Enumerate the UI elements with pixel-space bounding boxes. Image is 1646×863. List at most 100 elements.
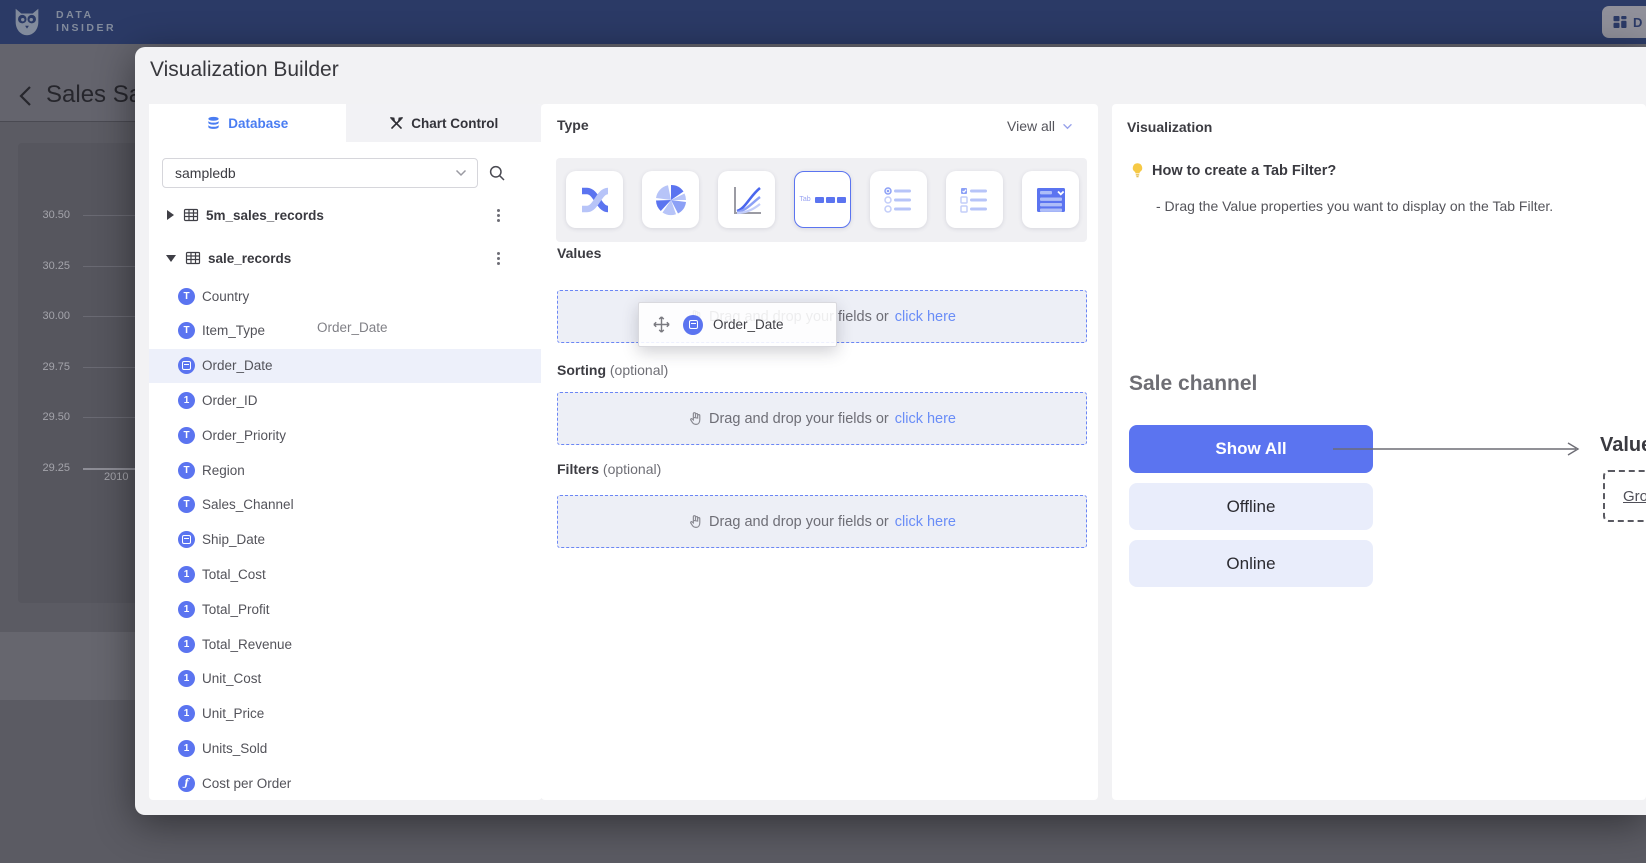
field-row-cost-per-order[interactable]: ƒ Cost per Order bbox=[149, 766, 542, 800]
chart-type-radio-list[interactable] bbox=[870, 171, 927, 228]
background-tab-band: Tab Year Qu bbox=[0, 632, 135, 700]
field-row-sales-channel[interactable]: T Sales_Channel bbox=[149, 488, 542, 522]
sorting-click-here-link[interactable]: click here bbox=[895, 411, 956, 427]
field-label: Unit_Cost bbox=[202, 671, 261, 686]
field-row-unit-price[interactable]: 1 Unit_Price bbox=[149, 697, 542, 731]
database-panel: Database Chart Control sampledb bbox=[149, 104, 542, 800]
field-row-total-profit[interactable]: 1 Total_Profit bbox=[149, 592, 542, 626]
chart-type-pie[interactable] bbox=[642, 171, 699, 228]
table-menu-kebab-icon[interactable] bbox=[489, 206, 507, 224]
field-row-ship-date[interactable]: Ship_Date bbox=[149, 523, 542, 557]
dashboard-button[interactable]: D bbox=[1602, 6, 1646, 38]
field-label: Order_Date bbox=[202, 358, 273, 373]
field-row-country[interactable]: T Country bbox=[149, 279, 542, 313]
field-label: Unit_Price bbox=[202, 706, 264, 721]
drag-source-ghost-label: Order_Date bbox=[317, 320, 388, 335]
table-row-5m-sales-records[interactable]: 5m_sales_records bbox=[149, 198, 542, 232]
chart-type-line[interactable] bbox=[718, 171, 775, 228]
chart-y-tick-label: 29.75 bbox=[18, 361, 70, 373]
values-click-here-link[interactable]: click here bbox=[895, 309, 956, 325]
chart-config-panel: Type View all bbox=[541, 104, 1098, 800]
visualization-builder-modal: Visualization Builder Database bbox=[135, 47, 1646, 815]
chevron-down-icon bbox=[455, 169, 467, 177]
date-field-icon bbox=[178, 357, 195, 374]
field-row-total-revenue[interactable]: 1 Total_Revenue bbox=[149, 627, 542, 661]
field-label: Order_Priority bbox=[202, 428, 286, 443]
sorting-section-label: Sorting (optional) bbox=[557, 362, 668, 378]
back-chevron-icon bbox=[16, 84, 34, 108]
table-row-sale-records[interactable]: sale_records bbox=[149, 241, 542, 275]
chevron-down-icon bbox=[1062, 123, 1073, 130]
number-field-icon: 1 bbox=[178, 636, 195, 653]
field-row-order-id[interactable]: 1 Order_ID bbox=[149, 383, 542, 417]
values-label-text: Values bbox=[557, 245, 601, 261]
date-field-icon bbox=[178, 531, 195, 548]
database-icon bbox=[206, 116, 221, 131]
filters-dropzone[interactable]: Drag and drop your fields or click here bbox=[557, 495, 1087, 548]
database-select[interactable]: sampledb bbox=[162, 158, 478, 188]
tab-database[interactable]: Database bbox=[149, 104, 346, 142]
table-menu-kebab-icon[interactable] bbox=[489, 249, 507, 267]
filters-click-here-link[interactable]: click here bbox=[895, 514, 956, 530]
annotation-group-link[interactable]: Group bbox=[1623, 488, 1646, 505]
visualization-header: Visualization bbox=[1127, 119, 1212, 135]
logo-line-2: INSIDER bbox=[56, 22, 116, 35]
number-field-icon: 1 bbox=[178, 705, 195, 722]
table-icon bbox=[183, 207, 199, 223]
field-row-unit-cost[interactable]: 1 Unit_Cost bbox=[149, 662, 542, 696]
field-label: Ship_Date bbox=[202, 532, 265, 547]
view-all-button[interactable]: View all bbox=[1007, 118, 1073, 134]
table-label: 5m_sales_records bbox=[206, 208, 324, 223]
field-label: Total_Revenue bbox=[202, 637, 292, 652]
number-field-icon: 1 bbox=[178, 740, 195, 757]
tab-chart-control-label: Chart Control bbox=[411, 116, 498, 131]
tab-filter-option-online[interactable]: Online bbox=[1129, 540, 1373, 587]
chart-type-tab-filter[interactable]: Tab bbox=[794, 171, 851, 228]
view-all-label: View all bbox=[1007, 118, 1055, 134]
dashboard-button-label: D bbox=[1633, 15, 1642, 30]
number-field-icon: 1 bbox=[178, 601, 195, 618]
field-row-units-sold[interactable]: 1 Units_Sold bbox=[149, 731, 542, 765]
tab-chart-control[interactable]: Chart Control bbox=[346, 104, 543, 142]
annotation-arrow bbox=[1330, 438, 1586, 458]
sankey-icon bbox=[577, 182, 613, 218]
drag-hand-icon bbox=[688, 411, 703, 426]
sorting-dropzone[interactable]: Drag and drop your fields or click here bbox=[557, 392, 1087, 445]
field-label: Total_Cost bbox=[202, 567, 266, 582]
chart-type-strip: Tab bbox=[556, 158, 1087, 242]
chart-type-sankey[interactable] bbox=[566, 171, 623, 228]
sorting-placeholder: Drag and drop your fields or bbox=[709, 411, 889, 427]
number-field-icon: 1 bbox=[178, 670, 195, 687]
pie-chart-icon bbox=[653, 182, 689, 218]
owl-logo-icon bbox=[10, 5, 44, 39]
filters-optional-text: (optional) bbox=[603, 461, 661, 477]
radio-list-icon bbox=[881, 182, 917, 218]
caret-down-icon[interactable] bbox=[166, 255, 176, 262]
field-label: Country bbox=[202, 289, 249, 304]
chart-type-checkbox-list[interactable] bbox=[946, 171, 1003, 228]
chart-y-tick-label: 29.50 bbox=[18, 411, 70, 423]
field-row-total-cost[interactable]: 1 Total_Cost bbox=[149, 557, 542, 591]
field-row-region[interactable]: T Region bbox=[149, 453, 542, 487]
text-field-icon: T bbox=[178, 462, 195, 479]
field-row-order-date[interactable]: Order_Date bbox=[149, 349, 542, 383]
tab-filter-option-offline[interactable]: Offline bbox=[1129, 483, 1373, 530]
search-icon[interactable] bbox=[488, 164, 506, 182]
screen: Sales Sa 30.5030.2530.0029.7529.5029.25 … bbox=[0, 0, 1646, 863]
chart-x-tick-label: 2010 bbox=[104, 471, 128, 483]
caret-right-icon[interactable] bbox=[167, 210, 174, 220]
field-label: Cost per Order bbox=[202, 776, 291, 791]
drag-hand-icon bbox=[688, 514, 703, 529]
chart-type-dropdown-table[interactable] bbox=[1022, 171, 1079, 228]
annotation-group-box: Group bbox=[1603, 470, 1646, 522]
text-field-icon: T bbox=[178, 427, 195, 444]
text-field-icon: T bbox=[178, 288, 195, 305]
field-label: Total_Profit bbox=[202, 602, 270, 617]
app-logo-text: DATA INSIDER bbox=[56, 9, 116, 35]
tab-database-label: Database bbox=[228, 116, 288, 131]
top-navigation-bar: DATA INSIDER D bbox=[0, 0, 1646, 44]
tip-title: How to create a Tab Filter? bbox=[1152, 163, 1336, 179]
field-row-order-priority[interactable]: T Order_Priority bbox=[149, 418, 542, 452]
dragging-field-card[interactable]: Order_Date bbox=[638, 302, 837, 347]
dashboard-icon bbox=[1612, 14, 1628, 30]
